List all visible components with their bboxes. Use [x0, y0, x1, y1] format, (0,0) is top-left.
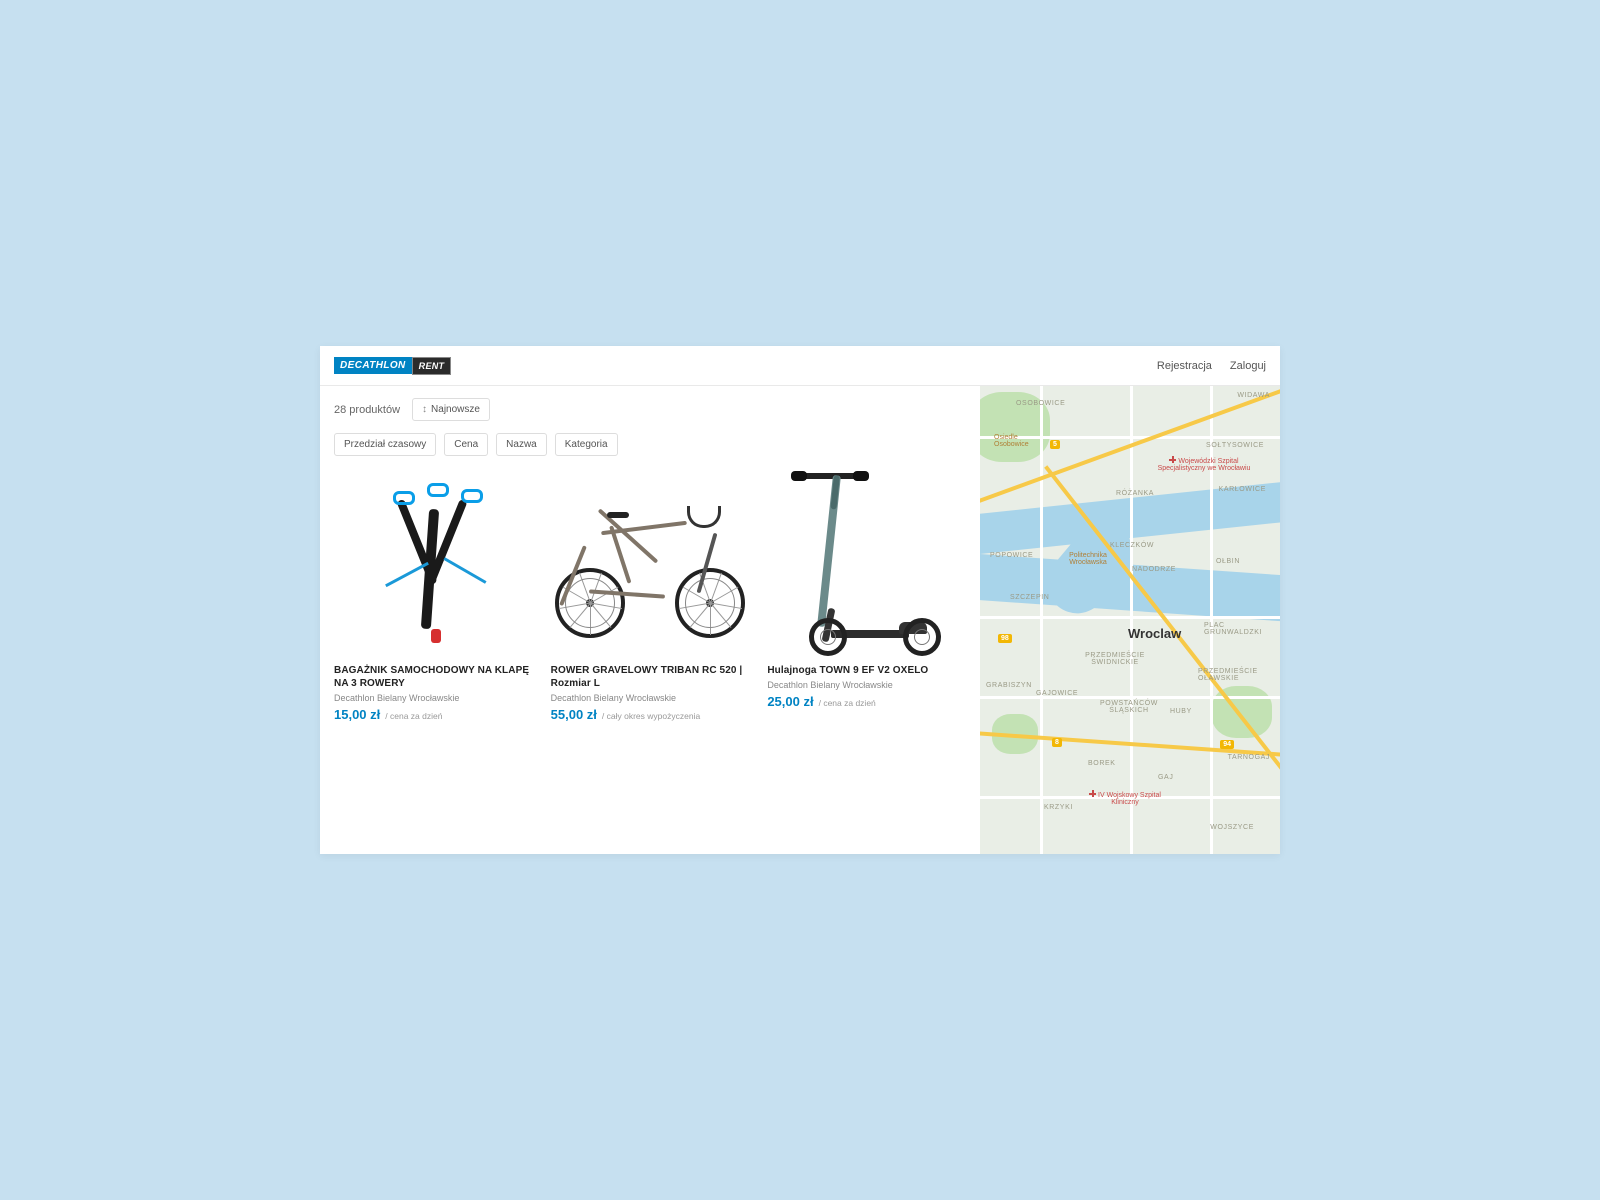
brand-main: DECATHLON: [334, 357, 412, 374]
product-title: ROWER GRAVELOWY TRIBAN RC 520 | Rozmiar …: [551, 664, 750, 690]
sort-dropdown[interactable]: ↕ Najnowsze: [412, 398, 490, 421]
highway-shield: 98: [998, 634, 1012, 643]
highway-shield: 8: [1052, 738, 1062, 747]
map-district-label: BOREK: [1088, 760, 1116, 767]
top-nav: Rejestracja Zaloguj: [1157, 360, 1266, 372]
map-district-label: PRZEDMIEŚCIE ŚWIDNICKIE: [1078, 652, 1152, 666]
listing-meta-row: 28 produktów ↕ Najnowsze: [334, 398, 966, 421]
scooter-illustration: [787, 471, 947, 656]
listing-panel: 28 produktów ↕ Najnowsze Przedział czaso…: [320, 386, 980, 854]
map-district-label: KLECZKÓW: [1110, 542, 1154, 549]
product-price-suffix: / cena za dzień: [385, 711, 442, 721]
map-district-label: WIDAWA: [1237, 392, 1270, 399]
product-price: 15,00 zł: [334, 707, 380, 722]
filter-name[interactable]: Nazwa: [496, 433, 547, 456]
filter-timerange[interactable]: Przedział czasowy: [334, 433, 436, 456]
filter-row: Przedział czasowy Cena Nazwa Kategoria: [334, 433, 966, 456]
product-location: Decathlon Bielany Wrocławskie: [767, 680, 966, 690]
product-card[interactable]: ROWER GRAVELOWY TRIBAN RC 520 | Rozmiar …: [551, 468, 750, 722]
map-district-label: KARŁOWICE: [1219, 486, 1266, 493]
map-district-label: NADODRZE: [1132, 566, 1176, 573]
product-price-row: 55,00 zł / cały okres wypożyczenia: [551, 707, 750, 722]
product-grid: BAGAŻNIK SAMOCHODOWY NA KLAPĘ NA 3 ROWER…: [334, 468, 966, 722]
product-price: 55,00 zł: [551, 707, 597, 722]
map-district-label: POWSTAŃCÓW ŚLĄSKICH: [1092, 700, 1166, 714]
map-hospital-label: Wojewódzki Szpital Specjalistyczny we Wr…: [1156, 456, 1252, 472]
filter-category[interactable]: Kategoria: [555, 433, 618, 456]
map-district-label: GAJ: [1158, 774, 1173, 781]
topbar: DECATHLON RENT Rejestracja Zaloguj: [320, 346, 1280, 386]
brand-sub: RENT: [412, 357, 452, 375]
map-district-label: RÓŻANKA: [1116, 490, 1154, 497]
login-link[interactable]: Zaloguj: [1230, 360, 1266, 372]
register-link[interactable]: Rejestracja: [1157, 360, 1212, 372]
map-district-label: HUBY: [1170, 708, 1192, 715]
map-district-label: OŁBIN: [1216, 558, 1240, 565]
product-count: 28 produktów: [334, 404, 400, 416]
app-window: DECATHLON RENT Rejestracja Zaloguj 28 pr…: [320, 346, 1280, 854]
map-district-label: PLAC GRUNWALDZKI: [1204, 622, 1274, 636]
map-district-label: POPOWICE: [990, 552, 1033, 559]
sort-icon: ↕: [422, 404, 427, 415]
content-body: 28 produktów ↕ Najnowsze Przedział czaso…: [320, 386, 1280, 854]
map-hospital-label: IV Wojskowy Szpital Kliniczny: [1084, 790, 1166, 806]
product-price-row: 25,00 zł / cena za dzień: [767, 694, 966, 709]
product-title: BAGAŻNIK SAMOCHODOWY NA KLAPĘ NA 3 ROWER…: [334, 664, 533, 690]
map-district-label: GRABISZYN: [986, 682, 1032, 689]
product-thumbnail: [334, 468, 533, 658]
brand-logo[interactable]: DECATHLON RENT: [334, 357, 451, 375]
product-title: Hulajnoga TOWN 9 EF V2 OXELO: [767, 664, 966, 677]
product-price-row: 15,00 zł / cena za dzień: [334, 707, 533, 722]
highway-shield: 94: [1220, 740, 1234, 749]
product-thumbnail: [551, 468, 750, 658]
map-district-label: SOŁTYSOWICE: [1206, 442, 1264, 449]
product-price-suffix: / cena za dzień: [819, 698, 876, 708]
map-district-label: KRZYKI: [1044, 804, 1073, 811]
product-price: 25,00 zł: [767, 694, 813, 709]
product-card[interactable]: BAGAŻNIK SAMOCHODOWY NA KLAPĘ NA 3 ROWER…: [334, 468, 533, 722]
hospital-icon: [1169, 456, 1176, 463]
product-card[interactable]: Hulajnoga TOWN 9 EF V2 OXELO Decathlon B…: [767, 468, 966, 722]
bike-rack-illustration: [353, 473, 513, 653]
map-poi-label: Osiedle Osobowice: [994, 434, 1052, 448]
product-location: Decathlon Bielany Wrocławskie: [551, 693, 750, 703]
map-district-label: SZCZEPIN: [1010, 594, 1049, 601]
map-panel[interactable]: 5 94 8 98 Wroclaw WIDAWA OSOBOWICE SOŁTY…: [980, 386, 1280, 854]
gravel-bike-illustration: [555, 488, 745, 638]
product-price-suffix: / cały okres wypożyczenia: [602, 711, 700, 721]
product-location: Decathlon Bielany Wrocławskie: [334, 693, 533, 703]
product-thumbnail: [767, 468, 966, 658]
map-city-label: Wroclaw: [1128, 626, 1181, 641]
filter-price[interactable]: Cena: [444, 433, 488, 456]
map-district-label: WOJSZYCE: [1210, 824, 1254, 831]
map-poi-label: Politechnika Wrocławska: [1058, 552, 1118, 566]
map-district-label: PRZEDMIEŚCIE OŁAWSKIE: [1198, 668, 1276, 682]
map-district-label: GAJOWICE: [1036, 690, 1078, 697]
sort-label: Najnowsze: [431, 404, 480, 415]
map-district-label: OSOBOWICE: [1016, 400, 1065, 407]
map-district-label: TARNOGAJ: [1228, 754, 1270, 761]
hospital-icon: [1089, 790, 1096, 797]
